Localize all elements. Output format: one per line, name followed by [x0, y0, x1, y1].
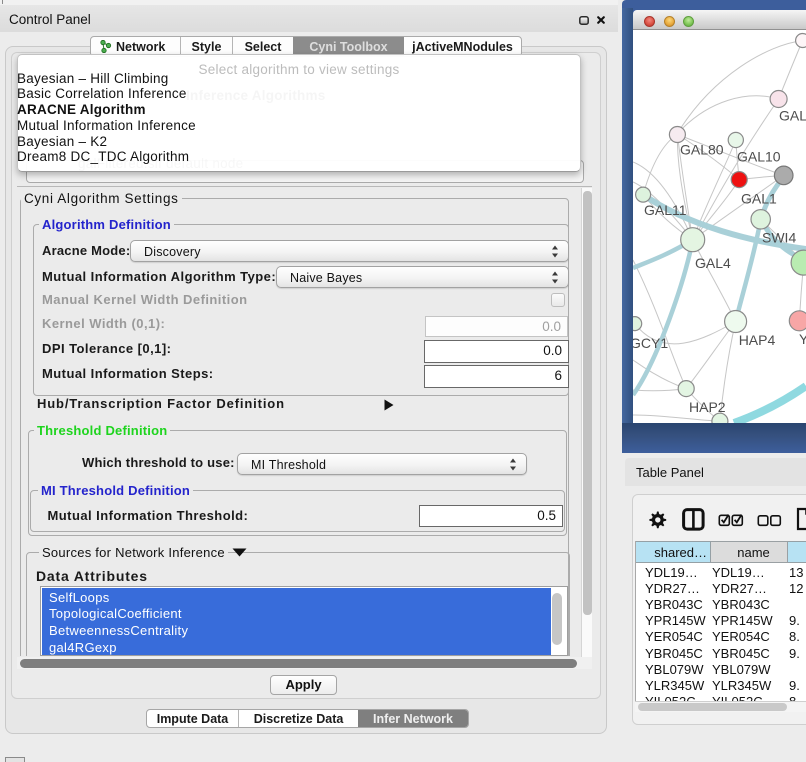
svg-text:GAL11: GAL11 [644, 202, 687, 218]
svg-text:GAL4: GAL4 [695, 255, 731, 271]
svg-text:GAL1: GAL1 [741, 191, 777, 207]
svg-text:GAL80: GAL80 [680, 142, 724, 158]
svg-text:Y: Y [799, 331, 806, 347]
svg-text:HAP4: HAP4 [739, 332, 776, 348]
svg-text:GAL10: GAL10 [737, 149, 781, 165]
svg-text:SWI4: SWI4 [762, 230, 796, 246]
svg-text:GAL2: GAL2 [779, 107, 806, 123]
svg-text:HAP2: HAP2 [689, 399, 726, 415]
svg-text:GCY1: GCY1 [633, 335, 668, 351]
